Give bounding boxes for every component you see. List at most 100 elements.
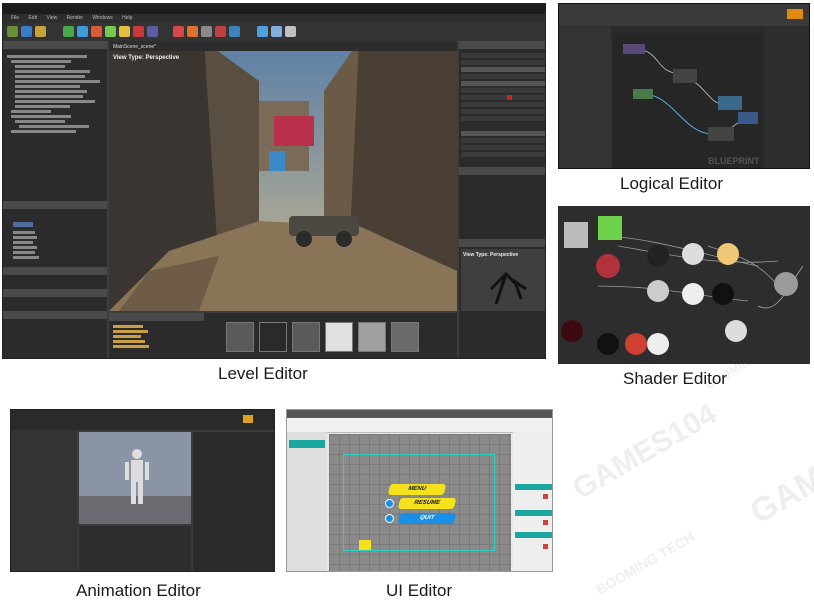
ui-hierarchy-panel (513, 432, 552, 571)
toolbar-icon[interactable] (215, 26, 226, 37)
property-row[interactable] (461, 67, 545, 72)
color-swatch[interactable] (507, 95, 512, 100)
asset-thumbnail[interactable] (358, 322, 386, 352)
play-button[interactable] (787, 9, 803, 19)
toolbar-icon[interactable] (77, 26, 88, 37)
toolbar-icon[interactable] (63, 26, 74, 37)
toolbar-icon[interactable] (229, 26, 240, 37)
logical-toolbar (559, 4, 809, 26)
property-row[interactable] (461, 116, 545, 121)
menu-render[interactable]: Render (67, 15, 83, 21)
blueprint-graph[interactable]: BLUEPRINT (613, 34, 763, 168)
properties-panel: View Type: Perspective (459, 41, 545, 358)
property-row[interactable] (461, 81, 545, 86)
panel-header (3, 41, 107, 49)
ui-properties-panel (287, 432, 327, 571)
panel-header (3, 267, 107, 275)
panel-header (109, 313, 204, 321)
ui-title-bar (287, 410, 552, 418)
property-row[interactable] (461, 88, 545, 93)
caption-shader-editor: Shader Editor (623, 369, 727, 388)
shader-graph[interactable] (558, 206, 810, 364)
property-row[interactable] (461, 138, 545, 143)
panel-header (459, 239, 545, 247)
ui-quit-button[interactable]: QUIT (397, 513, 457, 524)
caption-level-editor: Level Editor (218, 364, 308, 383)
property-row[interactable] (461, 74, 545, 79)
panel-header (3, 201, 107, 209)
caption-ui-editor: UI Editor (386, 581, 453, 600)
toolbar-icon[interactable] (147, 26, 158, 37)
menu-edit[interactable]: Edit (28, 15, 37, 21)
level-toolbar (3, 23, 545, 41)
toolbar-icon[interactable] (187, 26, 198, 37)
toolbar-icon[interactable] (105, 26, 116, 37)
shader-editor-screenshot (558, 206, 810, 364)
scene-tree-panel (3, 41, 107, 358)
preview-view-type: View Type: Perspective (463, 252, 518, 258)
property-row[interactable] (461, 131, 545, 136)
caption-animation-editor: Animation Editor (76, 581, 201, 600)
property-row[interactable] (461, 53, 545, 58)
ui-canvas[interactable]: MENU RESUME QUIT (329, 434, 511, 571)
blueprint-watermark: BLUEPRINT (708, 156, 760, 166)
scene-tree[interactable] (7, 53, 100, 135)
anim-viewport[interactable] (79, 432, 191, 524)
toolbar-icon[interactable] (7, 26, 18, 37)
asset-thumbnail[interactable] (325, 322, 353, 352)
property-row[interactable] (461, 145, 545, 150)
ui-radio-icon[interactable] (385, 499, 394, 508)
menu-windows[interactable]: Windows (92, 15, 112, 21)
toolbar-icon[interactable] (119, 26, 130, 37)
toolbar-icon[interactable] (21, 26, 32, 37)
logical-left-panel (559, 26, 611, 168)
menu-help[interactable]: Help (122, 15, 132, 21)
menu-view[interactable]: View (46, 15, 57, 21)
level-menu-bar: File Edit View Render Windows Help (3, 14, 545, 23)
asset-thumbnail[interactable] (226, 322, 254, 352)
ui-radio-icon[interactable] (385, 514, 394, 523)
toolbar-icon[interactable] (257, 26, 268, 37)
menu-file[interactable]: File (11, 15, 19, 21)
asset-thumbnail[interactable] (391, 322, 419, 352)
toolbar-icon[interactable] (285, 26, 296, 37)
toolbar-icon[interactable] (35, 26, 46, 37)
property-row[interactable] (461, 102, 545, 107)
ui-resume-button[interactable]: RESUME (397, 498, 457, 509)
asset-thumbnail[interactable] (292, 322, 320, 352)
viewport-tab[interactable]: MainScene_scene* (113, 44, 156, 50)
ui-menu-button[interactable]: MENU (387, 484, 447, 495)
ui-hex-icon[interactable] (359, 540, 371, 550)
panel-header (459, 167, 545, 175)
property-row[interactable] (461, 109, 545, 114)
caption-logical-editor: Logical Editor (620, 174, 724, 193)
asset-browser (109, 313, 457, 358)
logical-right-panel (765, 26, 809, 168)
level-editor-screenshot: File Edit View Render Windows Help MainS… (2, 3, 546, 359)
anim-details-panel (11, 430, 77, 571)
panel-header (3, 289, 107, 297)
toolbar-icon[interactable] (133, 26, 144, 37)
level-viewport[interactable]: MainScene_scene* View Type: Perspective (109, 41, 457, 311)
anim-timeline[interactable] (79, 526, 191, 571)
anim-toolbar (11, 410, 274, 430)
preview-viewport: View Type: Perspective (461, 249, 545, 311)
property-row[interactable] (461, 95, 545, 100)
level-title-bar (3, 4, 545, 14)
toolbar-icon[interactable] (201, 26, 212, 37)
anim-button[interactable] (243, 415, 253, 423)
asset-list[interactable] (7, 229, 39, 261)
panel-header (3, 311, 107, 319)
anim-asset-panel (193, 432, 274, 571)
asset-thumbnail[interactable] (259, 322, 287, 352)
toolbar-icon[interactable] (271, 26, 282, 37)
property-row[interactable] (461, 60, 545, 65)
asset-folders[interactable] (113, 323, 149, 350)
property-row[interactable] (461, 152, 545, 157)
ui-toolbar (287, 418, 552, 433)
toolbar-icon[interactable] (91, 26, 102, 37)
animation-editor-screenshot (10, 409, 275, 572)
toolbar-icon[interactable] (173, 26, 184, 37)
view-type-label: View Type: Perspective (113, 55, 180, 61)
selected-row[interactable] (13, 222, 33, 227)
